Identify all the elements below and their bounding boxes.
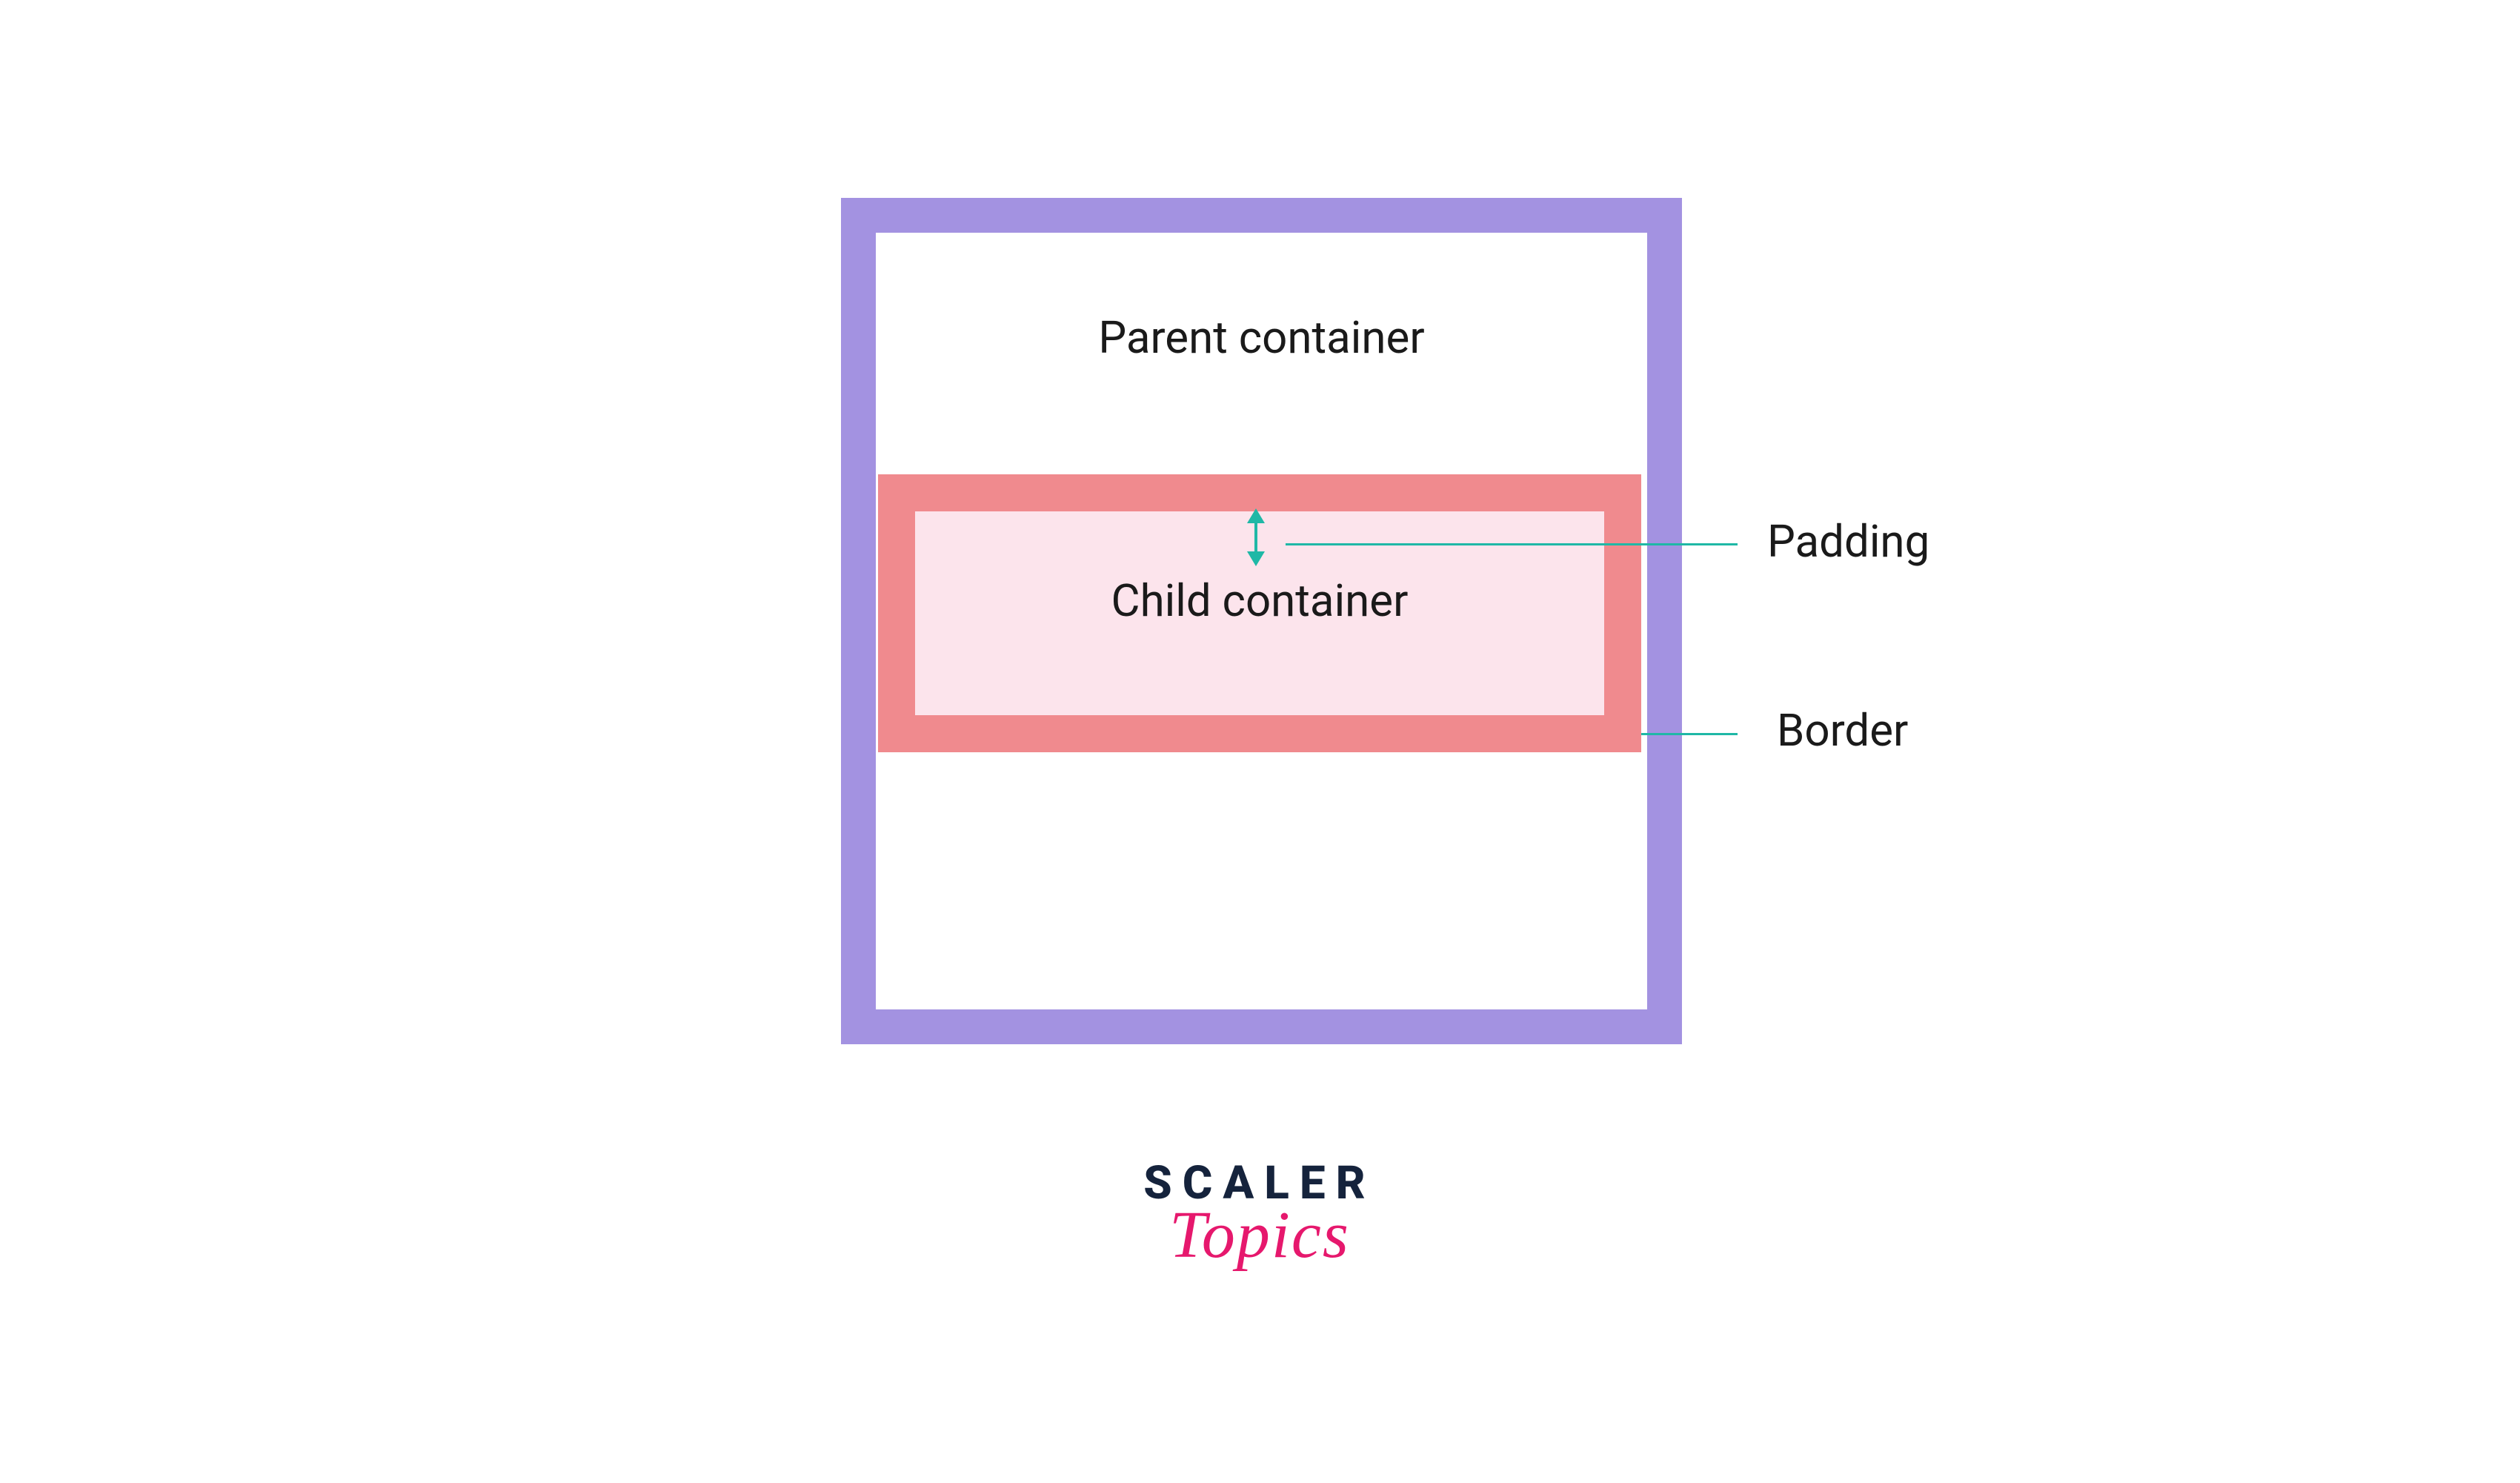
padding-callout-line [1286, 543, 1738, 545]
diagram-canvas: Parent container Child container Padding… [0, 0, 2520, 1483]
padding-double-arrow-icon [1254, 511, 1257, 563]
parent-container-label: Parent container [841, 311, 1682, 364]
border-callout-line [1641, 733, 1738, 735]
padding-annotation-label: Padding [1767, 515, 1929, 568]
brand-logo: SCALER Topics [1126, 1156, 1393, 1273]
child-container-label: Child container [878, 574, 1641, 627]
border-annotation-label: Border [1777, 704, 1908, 757]
